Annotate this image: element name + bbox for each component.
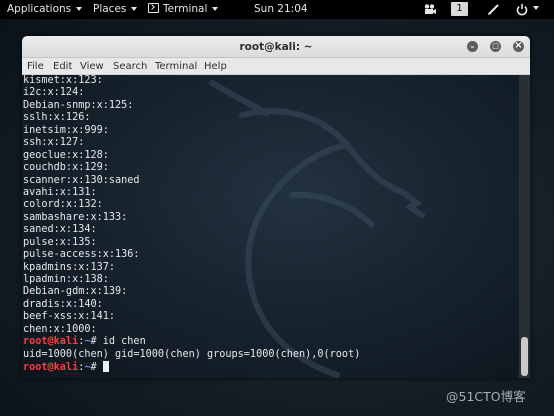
minimize-icon: – xyxy=(470,42,475,51)
maximize-icon: □ xyxy=(492,42,499,50)
menu-help[interactable]: Help xyxy=(204,58,227,75)
output-line: avahi:x:131: xyxy=(23,186,97,198)
terminal-app-menu[interactable]: Terminal xyxy=(148,0,219,19)
close-icon: × xyxy=(514,40,523,51)
workspace-indicator[interactable]: 1 xyxy=(451,2,468,16)
video-camera-icon[interactable] xyxy=(423,3,437,16)
pen-icon[interactable] xyxy=(487,3,500,16)
maximize-button[interactable]: □ xyxy=(490,41,501,52)
prompt-symbol: # xyxy=(90,362,103,374)
menu-view[interactable]: View xyxy=(80,58,104,75)
output-line: saned:x:134: xyxy=(23,224,97,236)
chevron-down-icon xyxy=(533,6,540,10)
window-titlebar[interactable]: root@kali: ~ – □ × xyxy=(22,36,530,58)
prompt-symbol: # xyxy=(90,336,103,348)
minimize-button[interactable]: – xyxy=(467,41,478,52)
terminal-window: root@kali: ~ – □ × File Edit View Search… xyxy=(22,36,530,378)
output-line: scanner:x:130:saned xyxy=(23,174,140,186)
places-menu[interactable]: Places xyxy=(93,0,138,19)
desktop: Applications Places Terminal Sun 21:04 1 xyxy=(0,0,554,416)
command-text: id chen xyxy=(102,336,146,348)
output-line: beef-xss:x:141: xyxy=(23,311,116,323)
prompt-user-host: root@kali xyxy=(23,362,79,374)
output-line: sambashare:x:133: xyxy=(23,211,128,223)
output-line: inetsim:x:999: xyxy=(23,124,109,136)
watermark: @51CTO博客 xyxy=(446,389,526,404)
terminal-lines: kismet:x:123: i2c:x:124: Debian-snmp:x:125… xyxy=(23,75,518,374)
menu-edit[interactable]: Edit xyxy=(53,58,72,75)
output-line: uid=1000(chen) gid=1000(chen) groups=100… xyxy=(23,348,361,360)
scrollbar-thumb[interactable] xyxy=(521,337,528,376)
prompt-line: root@kali:~# xyxy=(23,361,518,373)
clock[interactable]: Sun 21:04 xyxy=(254,0,308,19)
output-line: chen:x:1000: xyxy=(23,323,97,335)
prompt-user-host: root@kali xyxy=(23,336,79,348)
chevron-down-icon xyxy=(212,7,219,11)
output-line: pulse:x:135: xyxy=(23,236,97,248)
output-line: colord:x:132: xyxy=(23,199,103,211)
output-line: Debian-snmp:x:125: xyxy=(23,99,134,111)
output-line: lpadmin:x:138: xyxy=(23,274,109,285)
menubar: File Edit View Search Terminal Help xyxy=(22,58,530,75)
output-line: pulse-access:x:136: xyxy=(23,249,140,261)
places-label: Places xyxy=(93,3,127,15)
terminal-icon xyxy=(148,3,159,13)
output-line: dradis:x:140: xyxy=(23,298,103,310)
applications-menu[interactable]: Applications xyxy=(7,0,83,19)
output-line: kpadmins:x:137: xyxy=(23,261,116,273)
output-line: sslh:x:126: xyxy=(23,112,91,124)
terminal-app-label: Terminal xyxy=(163,3,208,15)
output-line: geoclue:x:128: xyxy=(23,149,109,161)
power-icon xyxy=(516,4,528,16)
prompt-line: root@kali:~# id chen xyxy=(23,336,518,348)
output-line: ssh:x:127: xyxy=(23,137,85,149)
menu-terminal[interactable]: Terminal xyxy=(155,58,197,75)
top-panel: Applications Places Terminal Sun 21:04 1 xyxy=(0,0,554,19)
window-title: root@kali: ~ xyxy=(239,41,313,53)
output-line: kismet:x:123: xyxy=(23,75,103,86)
output-line: Debian-gdm:x:139: xyxy=(23,286,128,298)
power-menu[interactable] xyxy=(516,3,540,16)
text-cursor xyxy=(102,361,109,373)
menu-search[interactable]: Search xyxy=(113,58,147,75)
close-button[interactable]: × xyxy=(513,41,524,52)
applications-label: Applications xyxy=(7,3,72,15)
output-line: couchdb:x:129: xyxy=(23,162,109,174)
scrollbar[interactable] xyxy=(519,75,530,378)
chevron-down-icon xyxy=(76,7,83,11)
chevron-down-icon xyxy=(131,7,138,11)
output-line: i2c:x:124: xyxy=(23,87,85,99)
menu-file[interactable]: File xyxy=(27,58,44,75)
terminal-output[interactable]: kismet:x:123: i2c:x:124: Debian-snmp:x:125… xyxy=(22,75,519,378)
